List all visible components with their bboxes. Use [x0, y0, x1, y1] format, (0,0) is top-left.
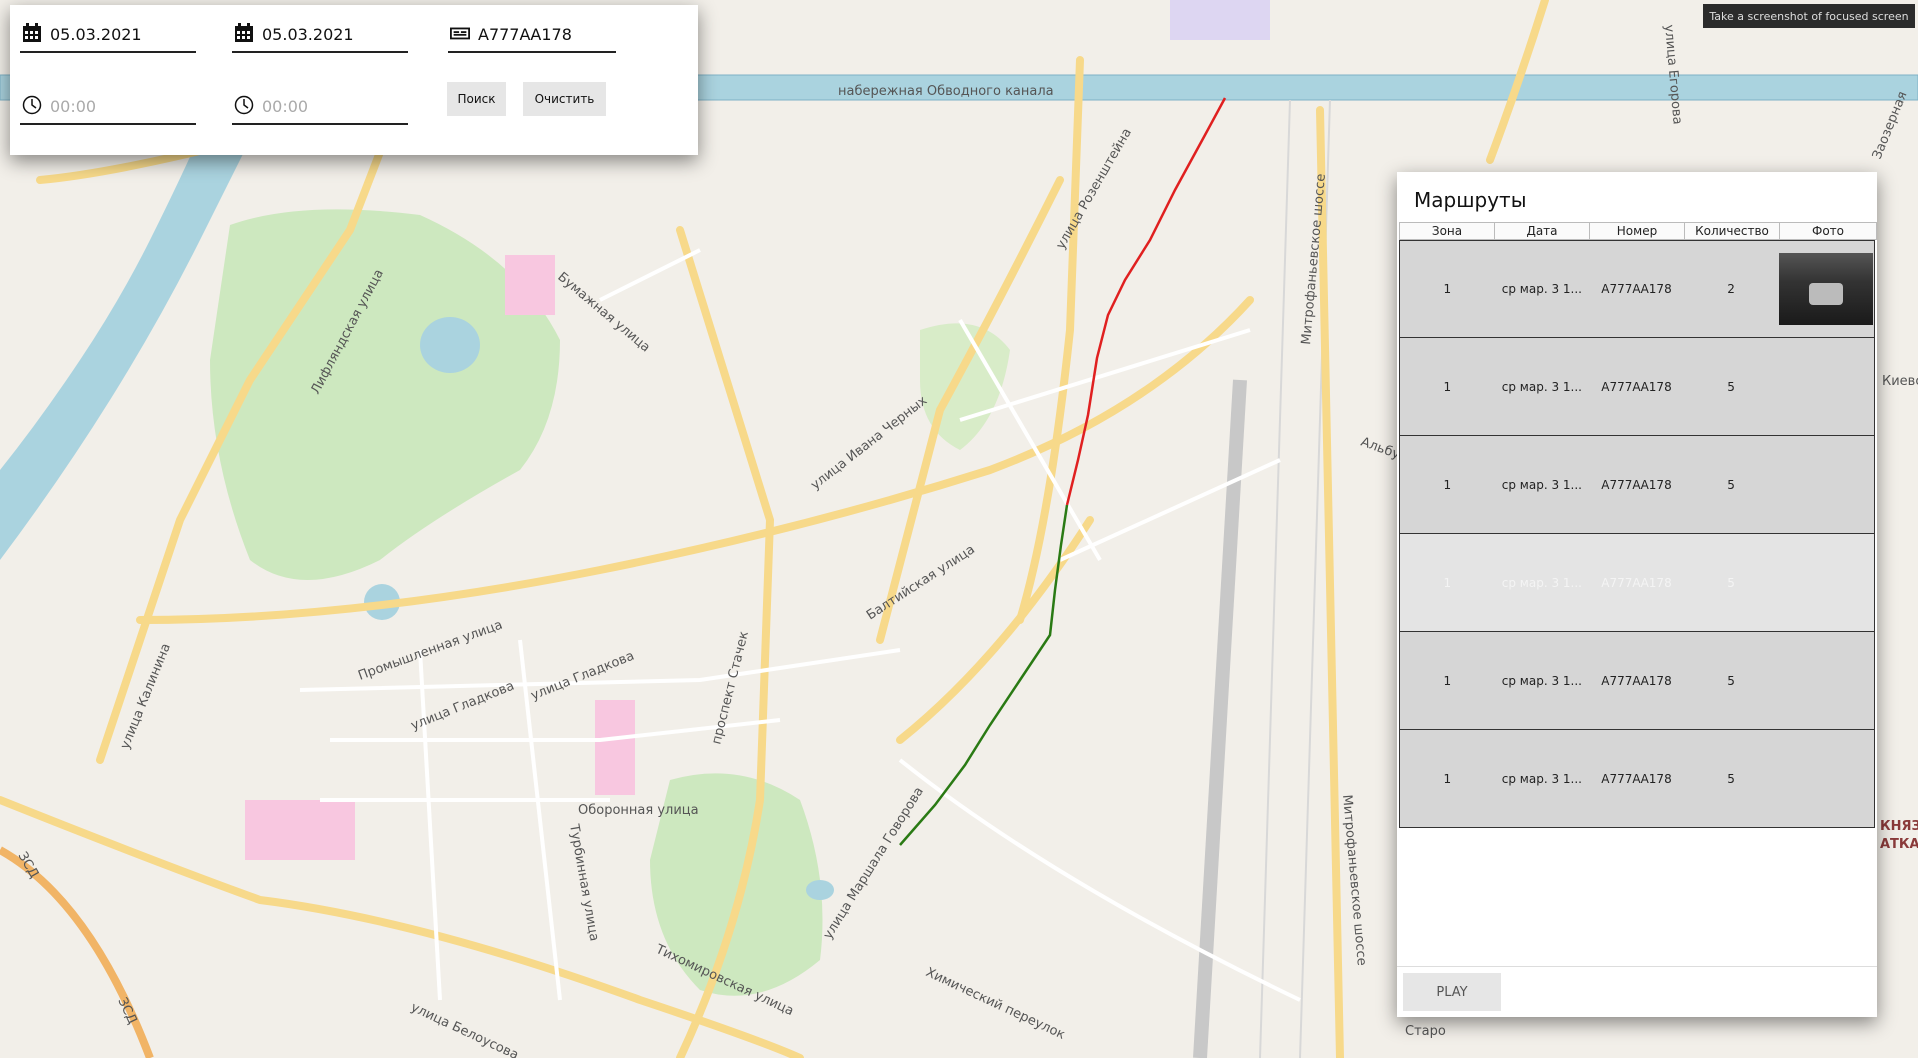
cell-zone: 1: [1443, 477, 1452, 492]
table-row[interactable]: 1 ср мар. 3 1... А777АА178 2: [1399, 240, 1875, 338]
date-from-value: 05.03.2021: [50, 25, 142, 44]
cell-photo: [1778, 253, 1874, 325]
time-to-placeholder: 00:00: [262, 97, 309, 116]
cell-date: ср мар. 3 1...: [1501, 477, 1582, 492]
cell-count: 5: [1727, 575, 1735, 590]
cell-date: ср мар. 3 1...: [1501, 771, 1582, 786]
cell-number: А777АА178: [1601, 379, 1672, 394]
plate-value: А777АА178: [478, 25, 572, 44]
routes-panel: Маршруты Зона Дата Номер Количество Фото…: [1397, 172, 1877, 1017]
hospital-area: [245, 800, 355, 860]
routes-footer: PLAY: [1397, 966, 1877, 1017]
cell-zone: 1: [1443, 575, 1452, 590]
clock-icon: [22, 95, 42, 115]
street-label: Оборонная улица: [578, 803, 699, 818]
column-header-date[interactable]: Дата: [1495, 223, 1590, 239]
cell-date: ср мар. 3 1...: [1501, 379, 1582, 394]
cell-zone: 1: [1443, 771, 1452, 786]
cell-count: 5: [1727, 771, 1735, 786]
pond: [806, 880, 834, 900]
table-row[interactable]: 1 ср мар. 3 1... А777АА178 5: [1399, 338, 1875, 436]
date-to-field[interactable]: 05.03.2021: [232, 13, 408, 53]
date-to-value: 05.03.2021: [262, 25, 354, 44]
time-from-field[interactable]: 00:00: [20, 85, 196, 125]
search-panel: 05.03.2021 05.03.2021 А777АА178 00:00 00…: [10, 5, 698, 155]
cell-number: А777АА178: [1601, 771, 1672, 786]
table-row[interactable]: 1 ср мар. 3 1... А777АА178 5: [1399, 534, 1875, 632]
hospital-area: [595, 700, 635, 795]
street-label: АТКА: [1880, 837, 1918, 852]
calendar-icon: [23, 23, 41, 42]
plate-field[interactable]: А777АА178: [448, 13, 616, 53]
street-label: Старо: [1405, 1024, 1446, 1039]
table-row[interactable]: 1 ср мар. 3 1... А777АА178 5: [1399, 436, 1875, 534]
screenshot-tooltip: Take a screenshot of focused screen: [1703, 4, 1915, 28]
clear-button[interactable]: Очистить: [523, 82, 606, 116]
play-button[interactable]: PLAY: [1403, 973, 1501, 1011]
routes-title: Маршруты: [1414, 188, 1527, 212]
license-plate-icon: [450, 27, 470, 40]
cell-count: 2: [1727, 282, 1735, 296]
vehicle-photo-thumbnail[interactable]: [1779, 253, 1874, 325]
cell-zone: 1: [1443, 379, 1452, 394]
routes-table-header: Зона Дата Номер Количество Фото: [1399, 222, 1877, 240]
table-row[interactable]: 1 ср мар. 3 1... А777АА178 5: [1399, 632, 1875, 730]
cell-date: ср мар. 3 1...: [1501, 282, 1582, 296]
cell-count: 5: [1727, 477, 1735, 492]
time-from-placeholder: 00:00: [50, 97, 97, 116]
cell-number: А777АА178: [1601, 477, 1672, 492]
street-label: КНЯЗ: [1880, 819, 1918, 834]
column-header-zone[interactable]: Зона: [1400, 223, 1495, 239]
cell-zone: 1: [1443, 673, 1452, 688]
street-label: набережная Обводного канала: [838, 84, 1054, 99]
column-header-count[interactable]: Количество: [1685, 223, 1780, 239]
street-label: Киевск: [1882, 374, 1918, 389]
cell-date: ср мар. 3 1...: [1501, 575, 1582, 590]
cell-count: 5: [1727, 379, 1735, 394]
cell-zone: 1: [1443, 282, 1452, 296]
building-area: [1170, 0, 1270, 40]
routes-table-body: 1 ср мар. 3 1... А777АА178 2 1 ср мар. 3…: [1399, 240, 1875, 828]
clock-icon: [234, 95, 254, 115]
column-header-photo[interactable]: Фото: [1780, 223, 1876, 239]
cell-date: ср мар. 3 1...: [1501, 673, 1582, 688]
hospital-area: [505, 255, 555, 315]
cell-number: А777АА178: [1601, 575, 1672, 590]
search-button[interactable]: Поиск: [447, 82, 506, 116]
cell-count: 5: [1727, 673, 1735, 688]
date-from-field[interactable]: 05.03.2021: [20, 13, 196, 53]
calendar-icon: [235, 23, 253, 42]
cell-number: А777АА178: [1601, 673, 1672, 688]
table-row[interactable]: 1 ср мар. 3 1... А777АА178 5: [1399, 730, 1875, 828]
time-to-field[interactable]: 00:00: [232, 85, 408, 125]
pond: [420, 317, 480, 373]
cell-number: А777АА178: [1601, 282, 1672, 296]
column-header-number[interactable]: Номер: [1590, 223, 1685, 239]
